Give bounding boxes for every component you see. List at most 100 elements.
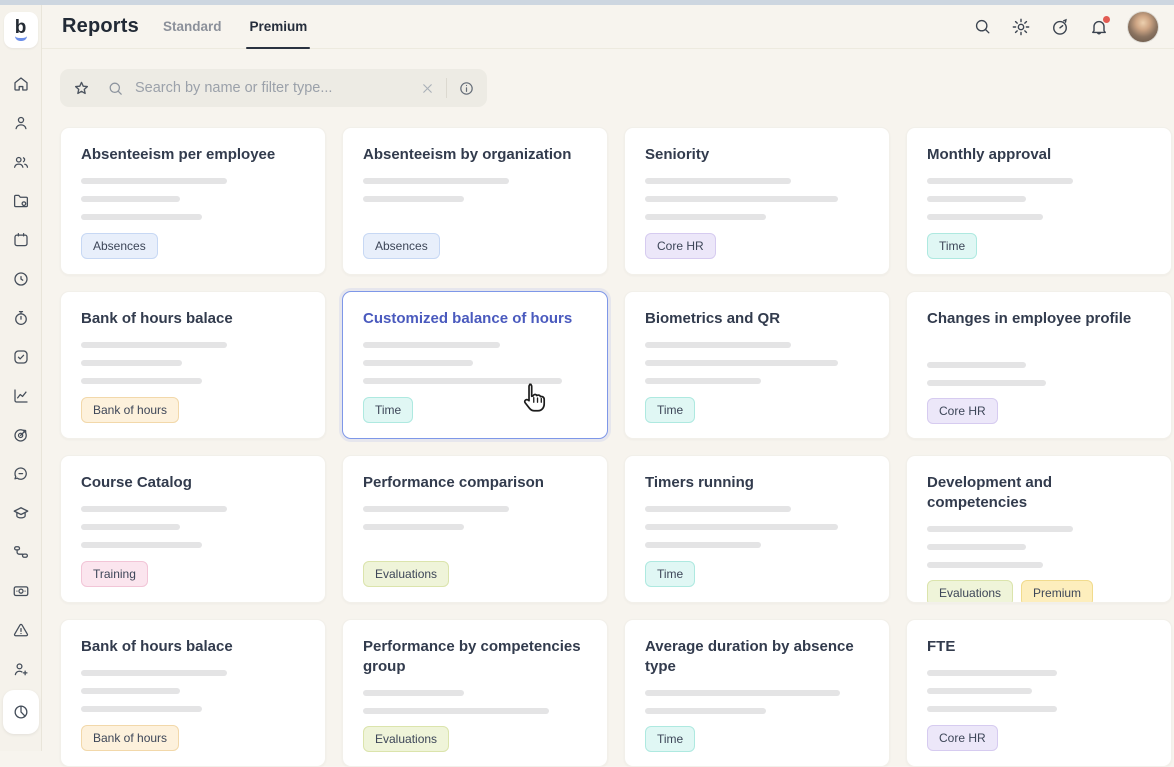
sidebar-item-recruiting[interactable]	[0, 649, 42, 688]
card-tags: EvaluationsPremium	[927, 580, 1151, 603]
report-card[interactable]: Performance by competencies group Evaluat…	[342, 619, 608, 767]
tab-premium[interactable]: Premium	[249, 5, 307, 48]
search-bar	[60, 69, 487, 107]
skeleton-line	[927, 670, 1057, 676]
sidebar-item-reports[interactable]	[0, 688, 42, 736]
report-card[interactable]: SeniorityCore HR	[624, 127, 890, 275]
report-card[interactable]: Bank of hours balaceBank of hours	[60, 619, 326, 767]
report-card[interactable]: Bank of hours balaceBank of hours	[60, 291, 326, 439]
sidebar-active-highlight	[3, 690, 39, 734]
skeleton-line	[363, 178, 509, 184]
report-card-title: Development and competencies	[927, 473, 1151, 513]
skeleton-line	[927, 688, 1032, 694]
skeleton-lines	[645, 690, 869, 726]
skeleton-lines	[645, 178, 869, 232]
report-card[interactable]: Absenteeism by organizationAbsences	[342, 127, 608, 275]
report-card[interactable]: Monthly approval Time	[906, 127, 1172, 275]
category-tag: Absences	[363, 233, 440, 259]
clear-x-icon[interactable]	[420, 81, 435, 96]
skeleton-line	[645, 524, 838, 530]
sidebar-item-analytics[interactable]	[0, 376, 42, 415]
app-logo-letter: b	[15, 19, 27, 36]
skeleton-lines	[81, 178, 305, 232]
app-logo[interactable]: b	[4, 12, 38, 48]
report-card[interactable]: Performance comparisonEvaluations	[342, 455, 608, 603]
skeleton-lines	[363, 342, 587, 396]
sidebar-item-timer[interactable]	[0, 298, 42, 337]
skeleton-lines	[363, 690, 587, 726]
user-plus-icon	[12, 660, 30, 678]
report-card[interactable]: Biometrics and QRTime	[624, 291, 890, 439]
skeleton-line	[81, 178, 227, 184]
graduation-cap-icon	[12, 504, 30, 522]
sidebar-item-people[interactable]	[0, 142, 42, 181]
skeleton-line	[645, 542, 761, 548]
card-tags: Core HR	[645, 233, 869, 259]
skeleton-line	[81, 670, 227, 676]
stopwatch-icon	[12, 309, 30, 327]
category-tag: Time	[927, 233, 977, 259]
sidebar-item-training[interactable]	[0, 493, 42, 532]
skeleton-line	[645, 214, 766, 220]
folder-icon	[12, 192, 30, 210]
skeleton-lines	[363, 178, 587, 214]
skeleton-line	[81, 196, 180, 202]
report-card[interactable]: Average duration by absence typeTime	[624, 619, 890, 767]
sidebar-item-documents[interactable]	[0, 181, 42, 220]
search-input[interactable]	[133, 79, 420, 97]
report-card-title: Changes in employee profile	[927, 309, 1151, 329]
sidebar-item-time[interactable]	[0, 259, 42, 298]
sidebar-menu	[0, 64, 42, 736]
favorite-star-icon[interactable]	[72, 79, 91, 98]
category-tag: Core HR	[927, 398, 998, 424]
settings-gear-icon[interactable]	[1011, 17, 1031, 37]
category-tag: Time	[645, 397, 695, 423]
report-card[interactable]: FTECore HR	[906, 619, 1172, 767]
skeleton-line	[363, 708, 549, 714]
report-card-title: Timers running	[645, 473, 869, 493]
sidebar-item-goals[interactable]	[0, 415, 42, 454]
category-tag: Evaluations	[363, 726, 449, 752]
sidebar-item-tasks[interactable]	[0, 337, 42, 376]
skeleton-line	[363, 196, 464, 202]
money-icon	[12, 582, 30, 600]
report-card[interactable]: Customized balance of hoursTime	[342, 291, 608, 439]
chat-feedback-icon	[12, 465, 30, 483]
card-tags: Time	[363, 397, 587, 423]
search-icon[interactable]	[973, 17, 992, 36]
report-card[interactable]: Timers runningTime	[624, 455, 890, 603]
page-title: Reports	[62, 15, 139, 38]
card-tags: Absences	[81, 233, 305, 259]
skeleton-line	[363, 690, 464, 696]
report-card[interactable]: Course CatalogTraining	[60, 455, 326, 603]
category-tag: Evaluations	[363, 561, 449, 587]
report-card[interactable]: Changes in employee profile Core HR	[906, 291, 1172, 439]
header: Reports Standard Premium	[42, 5, 1174, 49]
sidebar-item-calendar[interactable]	[0, 220, 42, 259]
skeleton-line	[645, 506, 791, 512]
sidebar-item-payroll[interactable]	[0, 571, 42, 610]
card-tags: Absences	[363, 233, 587, 259]
skeleton-lines	[363, 506, 587, 542]
sidebar-item-alerts[interactable]	[0, 610, 42, 649]
category-tag: Evaluations	[927, 580, 1013, 603]
skeleton-lines	[81, 506, 305, 560]
sidebar-item-processes[interactable]	[0, 532, 42, 571]
report-card-title: Monthly approval	[927, 145, 1151, 165]
info-icon[interactable]	[458, 80, 475, 97]
timer-gauge-icon[interactable]	[1050, 17, 1070, 37]
chart-line-icon	[12, 387, 30, 405]
notifications-bell-icon[interactable]	[1089, 17, 1109, 37]
notification-badge-dot	[1102, 15, 1111, 24]
sidebar-item-profile[interactable]	[0, 103, 42, 142]
report-card[interactable]: Absenteeism per employeeAbsences	[60, 127, 326, 275]
category-tag: Core HR	[927, 725, 998, 751]
skeleton-line	[645, 178, 791, 184]
report-card[interactable]: Development and competencies EvaluationsP…	[906, 455, 1172, 603]
category-tag: Absences	[81, 233, 158, 259]
sidebar-item-feedback[interactable]	[0, 454, 42, 493]
report-card-title: Performance by competencies group	[363, 637, 587, 677]
tab-standard[interactable]: Standard	[163, 5, 222, 48]
sidebar-item-home[interactable]	[0, 64, 42, 103]
user-avatar[interactable]	[1128, 12, 1158, 42]
